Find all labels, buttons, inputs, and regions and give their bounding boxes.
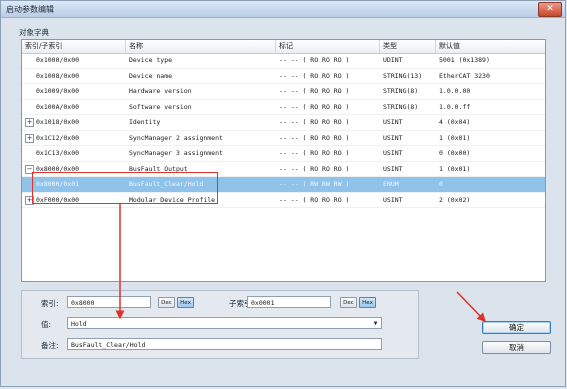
chevron-down-icon[interactable]: ▼	[371, 319, 380, 328]
title-bar: 启动参数编辑 ✕	[1, 1, 565, 18]
cell-flags: -- -- ( RO RO RO )	[279, 87, 350, 95]
cell-flags: -- -- ( RO RO RO )	[279, 118, 350, 126]
subindex-dec-button[interactable]: Dec	[340, 297, 357, 308]
table-row[interactable]: 0x100A/0x00 Software version -- -- ( RO RO…	[22, 100, 545, 115]
index-label: 索引:	[41, 299, 59, 308]
cell-default: 0	[439, 180, 443, 188]
ok-button[interactable]: 确定	[482, 321, 551, 334]
index-input[interactable]: 0x8000	[67, 296, 151, 308]
cell-index: 0x1C13/0x00	[36, 149, 80, 157]
cell-default: 1 (0x01)	[439, 164, 471, 173]
cell-default: 2 (0x02)	[439, 195, 471, 204]
cell-type: USINT	[383, 164, 403, 173]
cell-name: Hardware version	[129, 87, 192, 95]
cell-name: Identity	[129, 118, 161, 126]
table-row[interactable]: 0x1009/0x00 Hardware version -- -- ( RO RO…	[22, 84, 545, 100]
close-icon[interactable]: ✕	[538, 2, 562, 17]
cell-flags: -- -- ( RO RO RO )	[279, 149, 350, 157]
cell-flags: -- -- ( RO RO RO )	[279, 164, 350, 173]
cell-type: USINT	[383, 133, 403, 142]
dialog-title: 启动参数编辑	[6, 5, 54, 14]
column-header-default[interactable]: 默认值	[436, 40, 546, 53]
cancel-button[interactable]: 取消	[482, 341, 551, 354]
note-input[interactable]: BusFault_Clear/Hold	[67, 338, 382, 350]
annotation-arrow-ok	[456, 291, 487, 323]
cell-default: 1 (0x01)	[439, 133, 471, 142]
note-label: 备注:	[41, 341, 59, 350]
value-label: 值:	[41, 320, 52, 329]
cell-flags: -- -- ( RO RO RO )	[279, 102, 350, 111]
cell-type: USINT	[383, 195, 403, 204]
cell-default: EtherCAT 3230	[439, 71, 490, 80]
subindex-input[interactable]: 0x0001	[247, 296, 331, 308]
cell-flags: -- -- ( RO RO RO )	[279, 71, 350, 80]
subindex-hex-button[interactable]: Hex	[359, 297, 376, 308]
cell-type: UDINT	[383, 56, 403, 64]
cell-type: USINT	[383, 149, 403, 157]
cell-flags: -- -- ( RW RW RW )	[279, 180, 350, 188]
cell-default: 0 (0x00)	[439, 149, 471, 157]
cell-name: Device type	[129, 56, 173, 64]
cell-index: 0x1000/0x00	[36, 56, 80, 64]
cell-index: 0x1009/0x00	[36, 87, 80, 95]
cell-flags: -- -- ( RO RO RO )	[279, 133, 350, 142]
cell-default: 5001 (0x1389)	[439, 56, 490, 64]
cell-flags: -- -- ( RO RO RO )	[279, 195, 350, 204]
object-dictionary-table[interactable]: 索引/子索引 名称 标记 类型 默认值 0x1000/0x00 Device ty…	[21, 39, 546, 282]
annotation-highlight-rect	[32, 172, 218, 204]
table-row[interactable]: 0x1000/0x00 Device type -- -- ( RO RO RO )…	[22, 53, 545, 69]
cell-index: 0x1018/0x00	[36, 118, 80, 126]
cell-name: SyncManager 3 assignment	[129, 149, 223, 157]
value-dropdown[interactable]: Hold ▼	[67, 317, 382, 329]
table-row[interactable]: 0x1008/0x00 Device name -- -- ( RO RO RO )…	[22, 69, 545, 84]
cell-default: 1.0.0.ff	[439, 102, 471, 111]
cell-type: ENUM	[383, 180, 399, 188]
cell-index: 0x100A/0x00	[36, 102, 80, 111]
cell-default: 1.0.0.00	[439, 87, 471, 95]
cell-index: 0x1C12/0x00	[36, 133, 80, 142]
expand-icon[interactable]: +	[25, 133, 34, 143]
table-row[interactable]: +0x1C12/0x00 SyncManager 2 assignment -- -…	[22, 131, 545, 146]
cell-type: STRING(8)	[383, 87, 419, 95]
cell-flags: -- -- ( RO RO RO )	[279, 56, 350, 64]
expand-icon[interactable]: +	[25, 118, 34, 127]
column-header-flags[interactable]: 标记	[276, 40, 380, 53]
cell-type: USINT	[383, 118, 403, 126]
value-dropdown-text: Hold	[71, 320, 87, 328]
cell-type: STRING(8)	[383, 102, 419, 111]
table-row[interactable]: +0x1018/0x00 Identity -- -- ( RO RO RO ) US…	[22, 115, 545, 131]
index-hex-button[interactable]: Hex	[177, 297, 194, 308]
cell-name: SyncManager 2 assignment	[129, 133, 223, 142]
column-header-index[interactable]: 索引/子索引	[22, 40, 126, 53]
startup-parameter-dialog: 启动参数编辑 ✕ 对象字典 索引/子索引 名称 标记 类型 默认值 0x1000…	[0, 0, 566, 387]
cell-name: Software version	[129, 102, 192, 111]
cell-index: 0x1008/0x00	[36, 71, 80, 80]
index-dec-button[interactable]: Dec	[158, 297, 175, 308]
object-dictionary-label: 对象字典	[19, 28, 49, 37]
column-header-name[interactable]: 名称	[126, 40, 276, 53]
cell-default: 4 (0x04)	[439, 118, 471, 126]
cell-type: STRING(13)	[383, 71, 423, 80]
column-header-type[interactable]: 类型	[380, 40, 436, 53]
table-row[interactable]: 0x1C13/0x00 SyncManager 3 assignment -- --…	[22, 146, 545, 162]
cell-name: Device name	[129, 71, 173, 80]
table-header: 索引/子索引 名称 标记 类型 默认值	[22, 40, 545, 54]
